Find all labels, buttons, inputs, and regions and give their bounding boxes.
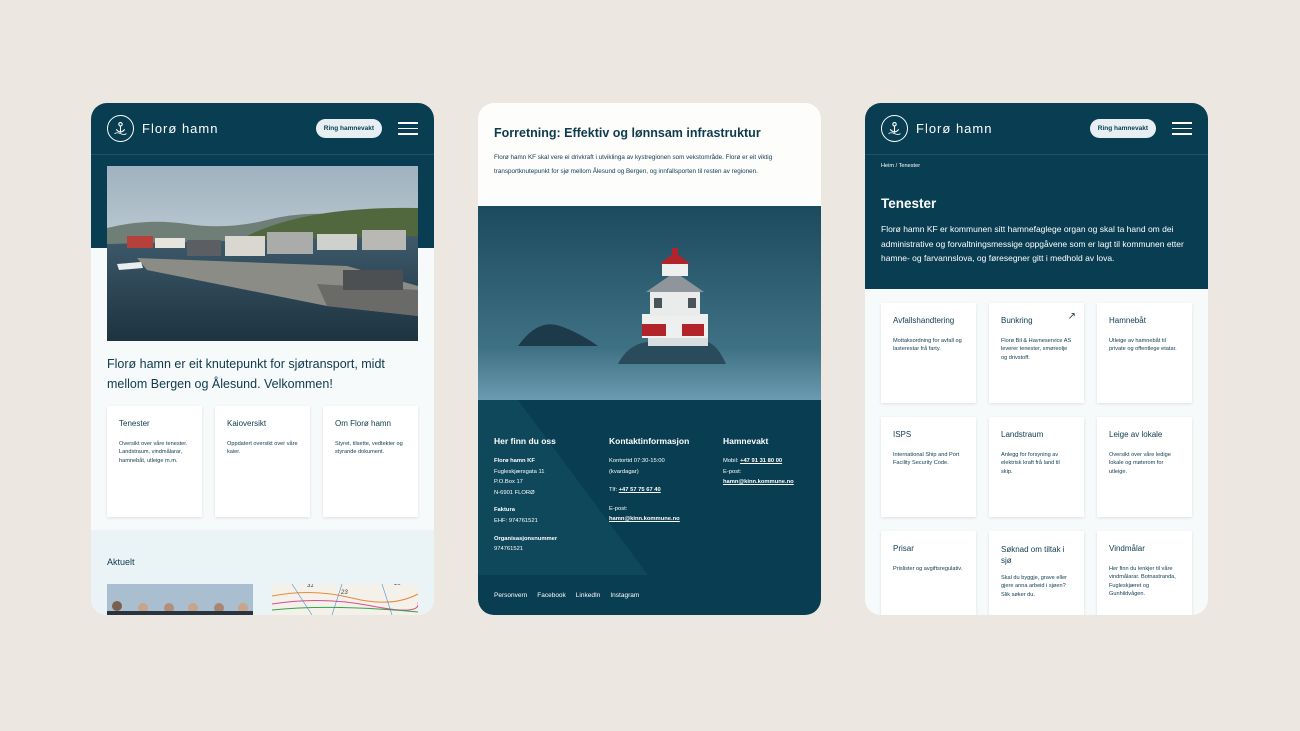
services-intro: Florø hamn KF er kommunen sitt hamnefagl… bbox=[881, 224, 1184, 263]
card-title: Tenester bbox=[119, 419, 150, 428]
postal-code: N-6901 FLORØ bbox=[494, 489, 535, 496]
about-screen-mockup: Forretning: Effektiv og lønnsam infrastr… bbox=[478, 103, 821, 615]
service-card-soknad-om-tiltak[interactable]: Søknad om tiltak i sjø Skal du byggje, g… bbox=[989, 531, 1084, 615]
org-number: 974761521 bbox=[494, 546, 524, 553]
card-text: Her finn du lenkjer til våre vindmålarar… bbox=[1109, 566, 1176, 598]
footer-col-harbour-watch: Hamnevakt Mobil: +47 91 31 80 00 E-post:… bbox=[723, 436, 821, 488]
card-title: Avfallshandtering bbox=[893, 316, 955, 325]
service-card-leige-av-lokale[interactable]: Leige av lokale Oversikt over våre ledig… bbox=[1097, 417, 1192, 517]
invoice-label: Faktura bbox=[494, 507, 515, 514]
footer-link-personvern[interactable]: Personvern bbox=[494, 592, 527, 599]
card-text: Utleige av hamnebåt til private og offen… bbox=[1109, 338, 1177, 353]
page-title: Tenester bbox=[881, 196, 937, 211]
footer-heading: Hamnevakt bbox=[723, 436, 769, 446]
home-screen-mockup: Florø hamn Ring hamnevakt Florø hamn er … bbox=[91, 103, 434, 615]
card-text: Oversikt over våre ledige lokale og møte… bbox=[1109, 452, 1171, 475]
arrow-up-right-icon: ↗ bbox=[1067, 311, 1076, 322]
site-header: Florø hamn Ring hamnevakt bbox=[91, 103, 434, 155]
email-link[interactable]: hamn@kinn.kommune.no bbox=[723, 479, 794, 485]
mobile-link[interactable]: +47 91 31 80 00 bbox=[740, 458, 782, 464]
card-kaioversikt[interactable]: Kaioversikt Oppdatert oversikt over våre… bbox=[215, 406, 310, 517]
card-title: Søknad om tiltak i sjø bbox=[1001, 545, 1065, 565]
brand-name[interactable]: Florø hamn bbox=[916, 121, 992, 136]
footer-link-linkedin[interactable]: LinkedIn bbox=[576, 592, 601, 599]
harbour-aerial-photo bbox=[107, 166, 418, 341]
card-text: Oversikt over våre tenester. Landstraum,… bbox=[119, 441, 188, 464]
card-om-floro-hamn[interactable]: Om Florø hamn Styret, tilsette, vedtekte… bbox=[323, 406, 418, 517]
footer-heading: Kontaktinformasjon bbox=[609, 436, 690, 446]
card-title: Leige av lokale bbox=[1109, 430, 1163, 439]
intro-text: Florø hamn er eit knutepunkt for sjøtran… bbox=[107, 357, 385, 391]
card-title: Vindmålar bbox=[1109, 544, 1145, 553]
card-title: Kaioversikt bbox=[227, 419, 267, 428]
ring-hamnevakt-button[interactable]: Ring hamnevakt bbox=[315, 119, 382, 138]
breadcrumb[interactable]: Heim / Tenester bbox=[881, 163, 920, 169]
company-name: Florø hamn KF bbox=[494, 458, 535, 464]
mobile-prefix: Mobil: bbox=[723, 458, 741, 464]
email-label: E-post: bbox=[609, 505, 628, 512]
card-text: Styret, tilsette, vedtekter og styrande … bbox=[335, 441, 403, 456]
card-title: ISPS bbox=[893, 430, 912, 439]
news-heading: Aktuelt bbox=[107, 557, 135, 567]
footer-col-contact: Kontaktinformasjon Kontortid 07:30-15:00… bbox=[609, 436, 719, 525]
map-number: 23 bbox=[341, 590, 348, 596]
card-text: Oppdatert oversikt over våre kaier. bbox=[227, 441, 298, 456]
harbour-logo-icon[interactable] bbox=[881, 115, 908, 142]
street-address: Fugleskjærsgata 11 bbox=[494, 468, 545, 475]
map-number: 31 bbox=[307, 584, 314, 589]
services-screen-mockup: Florø hamn Ring hamnevakt Heim / Teneste… bbox=[865, 103, 1208, 615]
card-text: Skal du byggje, grave eller gjere anna a… bbox=[1001, 575, 1067, 598]
site-footer: Her finn du oss Florø hamn KF Fugleskjær… bbox=[478, 400, 821, 615]
footer-link-instagram[interactable]: Instagram bbox=[610, 592, 639, 599]
services-hero: Heim / Tenester Tenester Florø hamn KF e… bbox=[865, 155, 1208, 289]
page-title: Forretning: Effektiv og lønnsam infrastr… bbox=[494, 126, 761, 140]
card-text: International Ship and Port Facility Sec… bbox=[893, 452, 960, 467]
brand-name[interactable]: Florø hamn bbox=[142, 121, 218, 136]
service-card-isps[interactable]: ISPS International Ship and Port Facilit… bbox=[881, 417, 976, 517]
news-photo-people[interactable] bbox=[107, 584, 253, 615]
footer-link-facebook[interactable]: Facebook bbox=[537, 592, 566, 599]
card-title: Prisar bbox=[893, 544, 914, 553]
service-card-prisar[interactable]: Prisar Prislister og avgiftsregulativ. bbox=[881, 531, 976, 615]
ring-hamnevakt-button[interactable]: Ring hamnevakt bbox=[1089, 119, 1156, 138]
service-card-vindmalar[interactable]: Vindmålar Her finn du lenkjer til våre v… bbox=[1097, 531, 1192, 615]
office-hours: Kontortid 07:30-15:00 bbox=[609, 458, 665, 464]
card-title: Om Florø hamn bbox=[335, 419, 392, 428]
card-title: Bunkring bbox=[1001, 316, 1033, 325]
email-link[interactable]: hamn@kinn.kommune.no bbox=[609, 516, 680, 522]
harbour-logo-icon[interactable] bbox=[107, 115, 134, 142]
service-card-avfallshandtering[interactable]: Avfallshandtering Mottaksordning for avf… bbox=[881, 303, 976, 403]
card-text: Florø Bil & Havneservice AS leverer tene… bbox=[1001, 338, 1072, 361]
card-title: Landstraum bbox=[1001, 430, 1044, 439]
lighthouse-illustration bbox=[478, 206, 821, 400]
footer-col-find-us: Her finn du oss Florø hamn KF Fugleskjær… bbox=[494, 436, 604, 555]
card-title: Hamnebåt bbox=[1109, 316, 1146, 325]
card-text: Prislister og avgiftsregulativ. bbox=[893, 566, 963, 572]
service-card-hamnebat[interactable]: Hamnebåt Utleige av hamnebåt til private… bbox=[1097, 303, 1192, 403]
hamburger-menu-icon[interactable] bbox=[398, 118, 418, 139]
org-label: Organisasjonsnummer bbox=[494, 535, 558, 542]
site-header: Florø hamn Ring hamnevakt bbox=[865, 103, 1208, 155]
phone-prefix: Tlf: bbox=[609, 487, 619, 494]
about-text: Florø hamn KF skal vere ei drivkraft i u… bbox=[494, 154, 773, 175]
map-number: 15 bbox=[394, 584, 401, 587]
card-text: Mottaksordning for avfall og lasterestar… bbox=[893, 338, 962, 353]
news-photo-map[interactable]: 31 23 15 bbox=[272, 584, 418, 615]
card-text: Anlegg for forsyning av elektrisk kraft … bbox=[1001, 452, 1060, 475]
footer-heading: Her finn du oss bbox=[494, 436, 556, 446]
hamburger-menu-icon[interactable] bbox=[1172, 118, 1192, 139]
service-card-bunkring[interactable]: ↗ Bunkring Florø Bil & Havneservice AS l… bbox=[989, 303, 1084, 403]
phone-link[interactable]: +47 57 75 67 40 bbox=[619, 487, 661, 493]
service-card-landstraum[interactable]: Landstraum Anlegg for forsyning av elekt… bbox=[989, 417, 1084, 517]
office-days: (kvardagar) bbox=[609, 468, 639, 475]
po-box: P.O.Box 17 bbox=[494, 479, 523, 486]
footer-links: Personvern Facebook LinkedIn Instagram bbox=[494, 592, 639, 599]
ehf-number: EHF: 974761521 bbox=[494, 517, 538, 524]
email-label: E-post: bbox=[723, 468, 742, 475]
card-tenester[interactable]: Tenester Oversikt over våre tenester. La… bbox=[107, 406, 202, 517]
